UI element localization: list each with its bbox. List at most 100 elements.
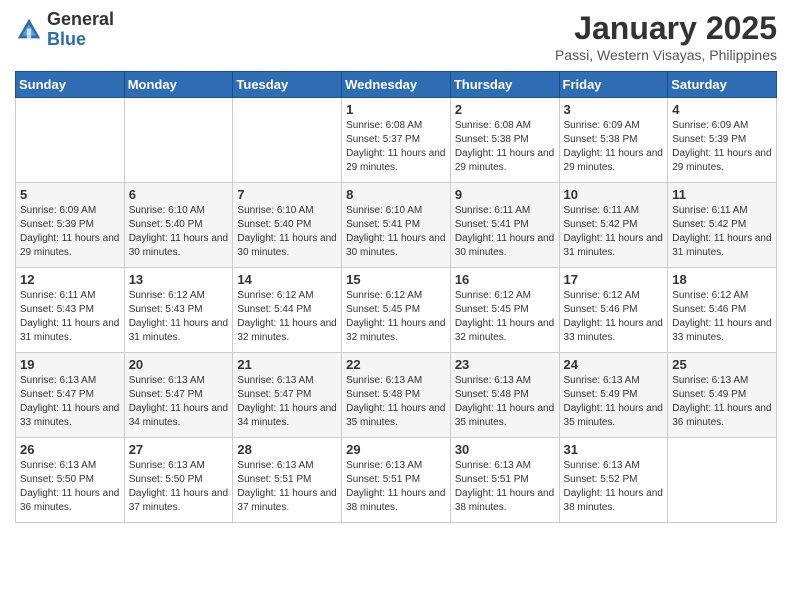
day-number: 4 <box>672 102 772 117</box>
day-number: 9 <box>455 187 555 202</box>
logo-icon <box>15 16 43 44</box>
day-info: Sunrise: 6:13 AM Sunset: 5:47 PM Dayligh… <box>20 375 119 428</box>
day-number: 10 <box>564 187 664 202</box>
calendar-cell: 12 Sunrise: 6:11 AM Sunset: 5:43 PM Dayl… <box>16 268 125 353</box>
day-info: Sunrise: 6:11 AM Sunset: 5:43 PM Dayligh… <box>20 290 119 343</box>
day-number: 23 <box>455 357 555 372</box>
day-info: Sunrise: 6:09 AM Sunset: 5:39 PM Dayligh… <box>20 205 119 258</box>
title-block: January 2025 Passi, Western Visayas, Phi… <box>555 10 777 63</box>
calendar-cell: 3 Sunrise: 6:09 AM Sunset: 5:38 PM Dayli… <box>559 98 668 183</box>
day-number: 2 <box>455 102 555 117</box>
day-number: 5 <box>20 187 120 202</box>
calendar-cell: 17 Sunrise: 6:12 AM Sunset: 5:46 PM Dayl… <box>559 268 668 353</box>
day-number: 12 <box>20 272 120 287</box>
calendar-cell: 29 Sunrise: 6:13 AM Sunset: 5:51 PM Dayl… <box>342 438 451 523</box>
calendar-cell: 8 Sunrise: 6:10 AM Sunset: 5:41 PM Dayli… <box>342 183 451 268</box>
calendar-header: SundayMondayTuesdayWednesdayThursdayFrid… <box>16 72 777 98</box>
day-info: Sunrise: 6:13 AM Sunset: 5:50 PM Dayligh… <box>129 460 228 513</box>
calendar-body: 1 Sunrise: 6:08 AM Sunset: 5:37 PM Dayli… <box>16 98 777 523</box>
day-number: 3 <box>564 102 664 117</box>
day-info: Sunrise: 6:13 AM Sunset: 5:49 PM Dayligh… <box>672 375 771 428</box>
calendar-cell: 30 Sunrise: 6:13 AM Sunset: 5:51 PM Dayl… <box>450 438 559 523</box>
day-number: 13 <box>129 272 229 287</box>
day-info: Sunrise: 6:13 AM Sunset: 5:47 PM Dayligh… <box>129 375 228 428</box>
day-info: Sunrise: 6:09 AM Sunset: 5:38 PM Dayligh… <box>564 120 663 173</box>
calendar-cell: 5 Sunrise: 6:09 AM Sunset: 5:39 PM Dayli… <box>16 183 125 268</box>
calendar-cell: 1 Sunrise: 6:08 AM Sunset: 5:37 PM Dayli… <box>342 98 451 183</box>
day-number: 25 <box>672 357 772 372</box>
day-number: 24 <box>564 357 664 372</box>
day-info: Sunrise: 6:12 AM Sunset: 5:46 PM Dayligh… <box>672 290 771 343</box>
day-info: Sunrise: 6:13 AM Sunset: 5:48 PM Dayligh… <box>346 375 445 428</box>
logo-blue: Blue <box>47 30 114 50</box>
calendar-cell: 15 Sunrise: 6:12 AM Sunset: 5:45 PM Dayl… <box>342 268 451 353</box>
day-info: Sunrise: 6:11 AM Sunset: 5:42 PM Dayligh… <box>672 205 771 258</box>
day-info: Sunrise: 6:08 AM Sunset: 5:38 PM Dayligh… <box>455 120 554 173</box>
calendar-cell: 26 Sunrise: 6:13 AM Sunset: 5:50 PM Dayl… <box>16 438 125 523</box>
weekday-thursday: Thursday <box>450 72 559 98</box>
day-number: 21 <box>237 357 337 372</box>
calendar-cell: 6 Sunrise: 6:10 AM Sunset: 5:40 PM Dayli… <box>124 183 233 268</box>
day-number: 26 <box>20 442 120 457</box>
location: Passi, Western Visayas, Philippines <box>555 47 777 63</box>
day-info: Sunrise: 6:10 AM Sunset: 5:40 PM Dayligh… <box>237 205 336 258</box>
day-number: 11 <box>672 187 772 202</box>
logo-general: General <box>47 10 114 30</box>
calendar-cell <box>124 98 233 183</box>
calendar-cell <box>233 98 342 183</box>
calendar-week-2: 5 Sunrise: 6:09 AM Sunset: 5:39 PM Dayli… <box>16 183 777 268</box>
weekday-wednesday: Wednesday <box>342 72 451 98</box>
day-number: 18 <box>672 272 772 287</box>
calendar-cell: 31 Sunrise: 6:13 AM Sunset: 5:52 PM Dayl… <box>559 438 668 523</box>
page-container: General Blue January 2025 Passi, Western… <box>0 0 792 533</box>
calendar-cell: 2 Sunrise: 6:08 AM Sunset: 5:38 PM Dayli… <box>450 98 559 183</box>
day-info: Sunrise: 6:13 AM Sunset: 5:49 PM Dayligh… <box>564 375 663 428</box>
day-number: 30 <box>455 442 555 457</box>
calendar-cell: 11 Sunrise: 6:11 AM Sunset: 5:42 PM Dayl… <box>668 183 777 268</box>
day-number: 17 <box>564 272 664 287</box>
day-number: 7 <box>237 187 337 202</box>
month-title: January 2025 <box>555 10 777 47</box>
day-number: 20 <box>129 357 229 372</box>
calendar-cell <box>16 98 125 183</box>
calendar-cell: 25 Sunrise: 6:13 AM Sunset: 5:49 PM Dayl… <box>668 353 777 438</box>
day-info: Sunrise: 6:09 AM Sunset: 5:39 PM Dayligh… <box>672 120 771 173</box>
day-info: Sunrise: 6:13 AM Sunset: 5:48 PM Dayligh… <box>455 375 554 428</box>
calendar-cell: 28 Sunrise: 6:13 AM Sunset: 5:51 PM Dayl… <box>233 438 342 523</box>
weekday-monday: Monday <box>124 72 233 98</box>
day-info: Sunrise: 6:11 AM Sunset: 5:42 PM Dayligh… <box>564 205 663 258</box>
day-info: Sunrise: 6:13 AM Sunset: 5:50 PM Dayligh… <box>20 460 119 513</box>
weekday-header-row: SundayMondayTuesdayWednesdayThursdayFrid… <box>16 72 777 98</box>
calendar-cell: 9 Sunrise: 6:11 AM Sunset: 5:41 PM Dayli… <box>450 183 559 268</box>
day-info: Sunrise: 6:11 AM Sunset: 5:41 PM Dayligh… <box>455 205 554 258</box>
day-number: 1 <box>346 102 446 117</box>
logo: General Blue <box>15 10 114 50</box>
calendar-cell: 24 Sunrise: 6:13 AM Sunset: 5:49 PM Dayl… <box>559 353 668 438</box>
day-info: Sunrise: 6:13 AM Sunset: 5:52 PM Dayligh… <box>564 460 663 513</box>
day-info: Sunrise: 6:13 AM Sunset: 5:51 PM Dayligh… <box>455 460 554 513</box>
day-number: 29 <box>346 442 446 457</box>
logo-text: General Blue <box>47 10 114 50</box>
day-info: Sunrise: 6:12 AM Sunset: 5:43 PM Dayligh… <box>129 290 228 343</box>
calendar-cell: 27 Sunrise: 6:13 AM Sunset: 5:50 PM Dayl… <box>124 438 233 523</box>
day-info: Sunrise: 6:08 AM Sunset: 5:37 PM Dayligh… <box>346 120 445 173</box>
calendar-table: SundayMondayTuesdayWednesdayThursdayFrid… <box>15 71 777 523</box>
day-info: Sunrise: 6:12 AM Sunset: 5:45 PM Dayligh… <box>346 290 445 343</box>
day-info: Sunrise: 6:12 AM Sunset: 5:44 PM Dayligh… <box>237 290 336 343</box>
calendar-week-1: 1 Sunrise: 6:08 AM Sunset: 5:37 PM Dayli… <box>16 98 777 183</box>
day-number: 28 <box>237 442 337 457</box>
day-number: 16 <box>455 272 555 287</box>
day-info: Sunrise: 6:10 AM Sunset: 5:40 PM Dayligh… <box>129 205 228 258</box>
day-number: 27 <box>129 442 229 457</box>
day-info: Sunrise: 6:12 AM Sunset: 5:45 PM Dayligh… <box>455 290 554 343</box>
day-number: 22 <box>346 357 446 372</box>
weekday-sunday: Sunday <box>16 72 125 98</box>
day-number: 14 <box>237 272 337 287</box>
calendar-cell: 22 Sunrise: 6:13 AM Sunset: 5:48 PM Dayl… <box>342 353 451 438</box>
day-number: 6 <box>129 187 229 202</box>
calendar-cell: 19 Sunrise: 6:13 AM Sunset: 5:47 PM Dayl… <box>16 353 125 438</box>
weekday-saturday: Saturday <box>668 72 777 98</box>
day-info: Sunrise: 6:10 AM Sunset: 5:41 PM Dayligh… <box>346 205 445 258</box>
calendar-cell: 14 Sunrise: 6:12 AM Sunset: 5:44 PM Dayl… <box>233 268 342 353</box>
page-header: General Blue January 2025 Passi, Western… <box>15 10 777 63</box>
